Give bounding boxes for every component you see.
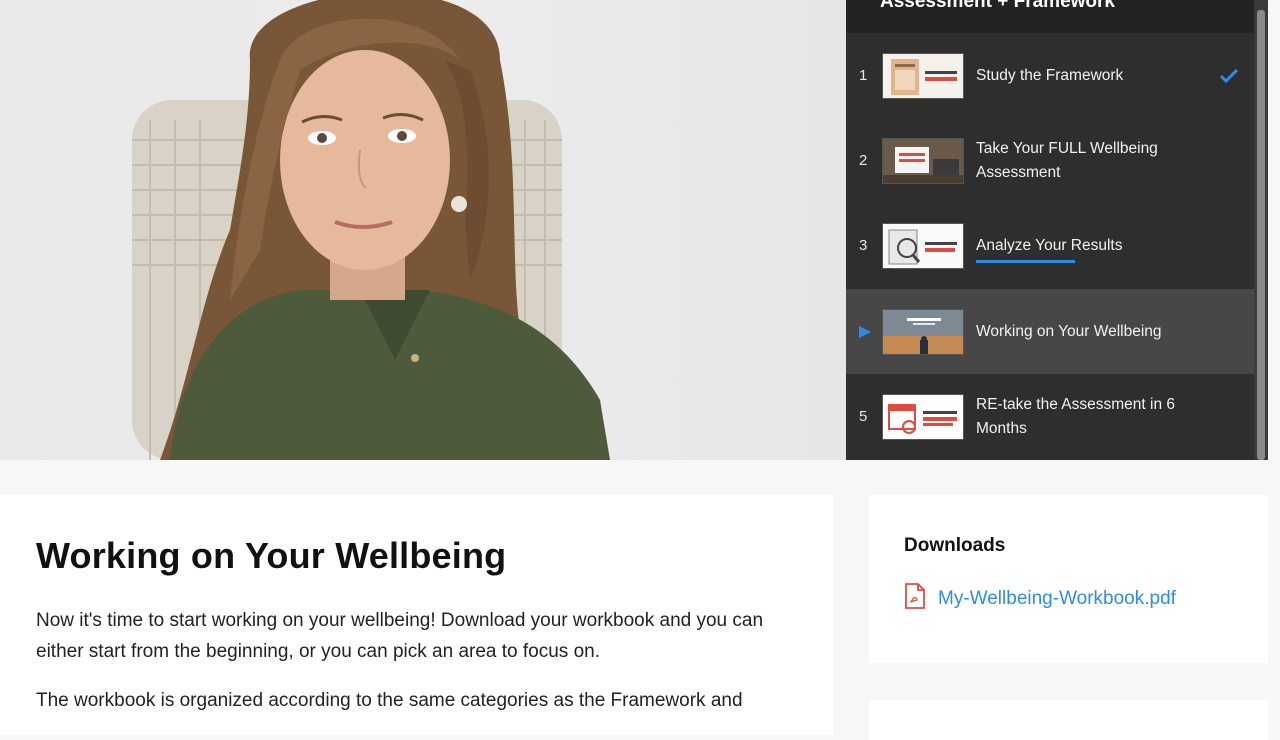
item-title: Working on Your Wellbeing [976, 322, 1162, 340]
pdf-file-icon [904, 583, 926, 615]
playlist-header: Assessment + Framework [846, 0, 1268, 33]
thumbnail-retake [882, 393, 964, 440]
thumbnail-assessment [882, 137, 964, 184]
playlist-item-1[interactable]: 1 Study the Framework [846, 33, 1254, 118]
playlist-title: Assessment + Framework [880, 0, 1115, 12]
item-title: Study the Framework [976, 66, 1124, 84]
download-filename: My-Wellbeing-Workbook.pdf [938, 588, 1176, 609]
playlist-scrollbar[interactable] [1254, 0, 1268, 460]
completed-check-icon [1220, 33, 1238, 118]
downloads-panel: Downloads My-Wellbeing-Workbook.pdf [869, 495, 1268, 663]
video-player[interactable] [0, 0, 846, 460]
playlist-item-5[interactable]: 5 RE-take the Assessment in 6 Months [846, 374, 1254, 459]
lesson-paragraph-1: Now it's time to start working on your w… [36, 610, 764, 662]
progress-bar [976, 260, 1075, 263]
lesson-playlist: Assessment + Framework 1 Study the Frame… [846, 0, 1268, 460]
item-number: 3 [859, 237, 868, 254]
video-frame-image [132, 0, 610, 460]
playlist-item-4[interactable]: Working on Your Wellbeing [846, 289, 1254, 374]
item-title: RE-take the Assessment in 6 Months [976, 395, 1176, 437]
lesson-paragraph-2: The workbook is organized according to t… [36, 690, 743, 711]
secondary-panel [869, 700, 1268, 740]
item-title: Analyze Your Results [976, 236, 1123, 254]
thumbnail-workbook [882, 308, 964, 355]
download-link[interactable]: My-Wellbeing-Workbook.pdf [904, 583, 1176, 615]
item-title: Take Your FULL Wellbeing Assessment [976, 139, 1158, 181]
item-number: 1 [859, 67, 868, 84]
lesson-content: Working on Your Wellbeing Now it's time … [0, 495, 833, 735]
scrollbar-thumb[interactable] [1257, 10, 1265, 460]
thumbnail-analyze [882, 222, 964, 269]
playlist-item-3[interactable]: 3 Analyze Your Results [846, 203, 1254, 288]
playlist-item-2[interactable]: 2 Take Your FULL Wellbeing Assessment [846, 118, 1254, 203]
downloads-heading: Downloads [904, 535, 1006, 556]
item-number: 5 [859, 408, 868, 425]
now-playing-icon [858, 289, 872, 374]
item-number: 2 [859, 152, 868, 169]
lesson-title: Working on Your Wellbeing [36, 535, 507, 576]
thumbnail-framework [882, 52, 964, 99]
